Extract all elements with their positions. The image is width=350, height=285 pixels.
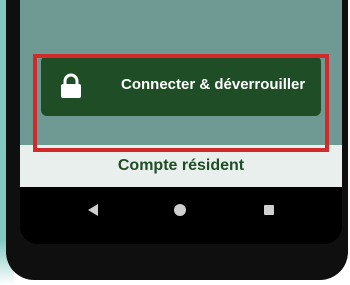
- back-triangle-icon[interactable]: [86, 203, 100, 217]
- resident-account-label: Compte résident: [117, 157, 245, 174]
- android-nav-bar: [20, 187, 342, 244]
- recents-square-icon[interactable]: [262, 203, 276, 217]
- home-circle-icon[interactable]: [173, 203, 187, 217]
- highlight-box: [33, 54, 329, 152]
